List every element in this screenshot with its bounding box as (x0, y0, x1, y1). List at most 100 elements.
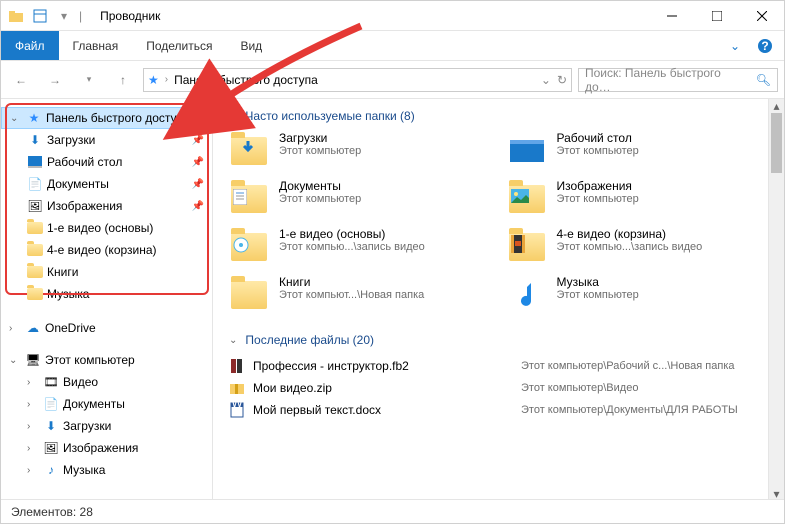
expand-icon[interactable]: › (27, 465, 39, 476)
expand-icon[interactable]: › (27, 377, 39, 388)
star-icon: ★ (148, 73, 159, 87)
pin-icon: 📌 (192, 157, 204, 168)
file-row[interactable]: Мои видео.zipЭтот компьютер\Видео (229, 377, 768, 399)
download-folder-icon (229, 131, 269, 171)
nav-item-documents[interactable]: 📄Документы📌 (1, 173, 212, 195)
nav-onedrive[interactable]: ›☁OneDrive (1, 317, 212, 339)
folder-item[interactable]: ДокументыЭтот компьютер (229, 179, 491, 223)
scrollbar-thumb[interactable] (771, 113, 782, 173)
collapse-icon[interactable]: ⌄ (229, 335, 237, 346)
expand-icon[interactable]: › (27, 421, 39, 432)
folder-item[interactable]: МузыкаЭтот компьютер (507, 275, 769, 319)
pin-icon: 📌 (192, 179, 204, 190)
nav-item-folder[interactable]: Книги (1, 261, 212, 283)
desktop-folder-icon (507, 131, 547, 171)
nav-pc-videos[interactable]: ›🎞Видео (1, 371, 212, 393)
nav-pc-pictures[interactable]: ›🖼Изображения (1, 437, 212, 459)
star-icon: ★ (26, 110, 42, 126)
folder-item[interactable]: 1-е видео (основы)Этот компью...\запись … (229, 227, 491, 271)
nav-item-folder[interactable]: 4-е видео (корзина) (1, 239, 212, 261)
folder-item[interactable]: Рабочий столЭтот компьютер (507, 131, 769, 175)
book-icon (229, 358, 245, 374)
tab-file[interactable]: Файл (1, 31, 59, 60)
scroll-up-icon[interactable]: ▴ (769, 99, 784, 113)
folder-icon[interactable] (7, 7, 25, 25)
group-frequent-folders[interactable]: ⌄ Часто используемые папки (8) (229, 109, 768, 123)
tab-view[interactable]: Вид (226, 31, 276, 60)
zip-icon (229, 380, 245, 396)
refresh-icon[interactable]: ↻ (557, 73, 567, 87)
properties-icon[interactable] (31, 7, 49, 25)
expand-ribbon-icon[interactable]: ⌄ (726, 37, 744, 55)
address-dropdown-icon[interactable]: ⌄ (541, 73, 551, 87)
docx-icon: W (229, 402, 245, 418)
close-button[interactable] (739, 1, 784, 31)
nav-item-folder[interactable]: Музыка (1, 283, 212, 305)
collapse-icon[interactable]: ⌄ (229, 111, 237, 122)
nav-history-icon[interactable]: ▾ (75, 66, 103, 94)
search-placeholder: Поиск: Панель быстрого до… (585, 66, 750, 94)
svg-text:W: W (231, 402, 243, 410)
tab-home[interactable]: Главная (59, 31, 133, 60)
cloud-icon: ☁ (25, 320, 41, 336)
chevron-right-icon: › (165, 74, 168, 85)
folder-icon (507, 227, 547, 267)
folder-item[interactable]: ИзображенияЭтот компьютер (507, 179, 769, 223)
video-icon: 🎞 (43, 374, 59, 390)
vertical-scrollbar[interactable]: ▴ ▾ (768, 99, 784, 501)
collapse-icon[interactable]: ⌄ (10, 113, 22, 124)
nav-forward-button[interactable]: → (41, 66, 69, 94)
documents-folder-icon (229, 179, 269, 219)
collapse-icon[interactable]: ⌄ (9, 355, 21, 366)
ribbon-tabs: Файл Главная Поделиться Вид ⌄ ? (1, 31, 784, 61)
nav-pc-downloads[interactable]: ›⬇Загрузки (1, 415, 212, 437)
download-icon: ⬇ (27, 132, 43, 148)
nav-quick-access[interactable]: ⌄ ★ Панель быстрого доступа (1, 107, 212, 129)
folder-icon (229, 275, 269, 315)
expand-icon[interactable]: › (27, 399, 39, 410)
download-icon: ⬇ (43, 418, 59, 434)
nav-item-downloads[interactable]: ⬇Загрузки📌 (1, 129, 212, 151)
breadcrumb[interactable]: Панель быстрого доступа (174, 73, 318, 87)
window-title: Проводник (100, 9, 649, 23)
file-row[interactable]: WМой первый текст.docxЭтот компьютер\Док… (229, 399, 768, 421)
quick-access-toolbar: ▾ | (1, 7, 82, 25)
help-icon[interactable]: ? (756, 37, 774, 55)
folder-item[interactable]: 4-е видео (корзина)Этот компью...\запись… (507, 227, 769, 271)
search-icon[interactable]: 🔍︎ (756, 73, 771, 87)
nav-back-button[interactable]: ← (7, 66, 35, 94)
navigation-pane: ⌄ ★ Панель быстрого доступа ⬇Загрузки📌 Р… (1, 99, 213, 501)
nav-this-pc[interactable]: ⌄🖥Этот компьютер (1, 349, 212, 371)
nav-pc-documents[interactable]: ›📄Документы (1, 393, 212, 415)
status-count: Элементов: 28 (11, 505, 93, 519)
folder-icon (27, 286, 43, 302)
tab-share[interactable]: Поделиться (132, 31, 226, 60)
pc-icon: 🖥 (25, 352, 41, 368)
expand-icon[interactable]: › (9, 323, 21, 334)
nav-up-button[interactable]: ↑ (109, 66, 137, 94)
qat-separator: | (79, 9, 82, 23)
document-icon: 📄 (43, 396, 59, 412)
address-bar[interactable]: ★ › Панель быстрого доступа ⌄ ↻ (143, 68, 572, 92)
folder-icon (27, 242, 43, 258)
search-input[interactable]: Поиск: Панель быстрого до… 🔍︎ (578, 68, 778, 92)
document-icon: 📄 (27, 176, 43, 192)
nav-pc-music[interactable]: ›♪Музыка (1, 459, 212, 481)
folder-item[interactable]: ЗагрузкиЭтот компьютер (229, 131, 491, 175)
status-bar: Элементов: 28 (1, 499, 784, 523)
file-row[interactable]: Профессия - инструктор.fb2Этот компьютер… (229, 355, 768, 377)
expand-icon[interactable]: › (27, 443, 39, 454)
nav-item-pictures[interactable]: 🖼Изображения📌 (1, 195, 212, 217)
group-recent-files[interactable]: ⌄ Последние файлы (20) (229, 333, 768, 347)
window-controls (649, 1, 784, 31)
qat-dropdown-icon[interactable]: ▾ (55, 7, 73, 25)
nav-item-folder[interactable]: 1-е видео (основы) (1, 217, 212, 239)
pin-icon: 📌 (192, 135, 204, 146)
folder-item[interactable]: КнигиЭтот компьют...\Новая папка (229, 275, 491, 319)
folder-icon (27, 220, 43, 236)
picture-icon: 🖼 (27, 198, 43, 214)
nav-item-desktop[interactable]: Рабочий стол📌 (1, 151, 212, 173)
maximize-button[interactable] (694, 1, 739, 31)
picture-icon: 🖼 (43, 440, 59, 456)
minimize-button[interactable] (649, 1, 694, 31)
